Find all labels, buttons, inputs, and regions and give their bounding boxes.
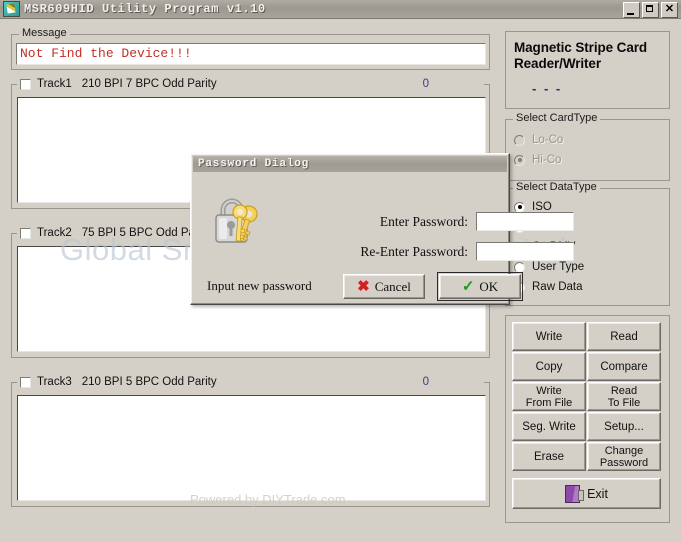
read-to-file-line1: Read: [610, 384, 638, 397]
application-window: MSR609HID Utility Program v1.10 ✕ Global…: [0, 0, 681, 542]
reenter-password-label: Re-Enter Password:: [360, 243, 468, 259]
message-legend: Message: [19, 27, 70, 39]
message-text: Not Find the Device!!!: [16, 43, 486, 65]
maximize-button[interactable]: [642, 2, 659, 18]
compare-button[interactable]: Compare: [587, 352, 661, 381]
dialog-cancel-button[interactable]: ✖ Cancel: [343, 274, 425, 299]
track1-spec: 210 BPI 7 BPC Odd Parity: [81, 78, 217, 90]
card-type-legend: Select CardType: [513, 112, 601, 124]
dialog-body: Enter Password: Re-Enter Password: Input…: [191, 174, 574, 306]
action-button-panel: Write Read Copy Compare Write From File …: [505, 315, 670, 523]
device-title-line2: Reader/Writer: [514, 56, 601, 71]
window-controls: ✕: [623, 2, 678, 18]
write-button[interactable]: Write: [512, 322, 586, 351]
dialog-ok-button[interactable]: ✓ OK: [437, 272, 523, 301]
track2-label: Track2: [37, 227, 72, 239]
exit-button[interactable]: Exit: [512, 478, 661, 509]
password-dialog: Password Dialog Enter Password: Re-Enter…: [190, 153, 574, 306]
track1-label: Track1: [37, 78, 72, 90]
reenter-password-input[interactable]: [476, 242, 574, 261]
radio-usertype-indicator[interactable]: [514, 261, 525, 273]
door-exit-icon: [565, 484, 585, 503]
track3-label: Track3: [37, 376, 72, 388]
device-info-panel: Magnetic Stripe Card Reader/Writer - - -: [505, 31, 670, 109]
exit-button-label: Exit: [587, 486, 608, 501]
write-from-file-line2: From File: [525, 396, 573, 409]
data-type-legend: Select DataType: [513, 181, 600, 193]
enter-password-input[interactable]: [476, 212, 574, 231]
card-type-group: Select CardType Lo-Co Hi-Co: [505, 112, 670, 181]
write-from-file-line1: Write: [536, 384, 562, 397]
read-button[interactable]: Read: [587, 322, 661, 351]
track1-count: 0: [422, 78, 429, 90]
enter-password-row: Enter Password:: [301, 212, 574, 231]
radio-loco-indicator[interactable]: [514, 134, 525, 146]
dialog-ok-label: OK: [479, 278, 499, 294]
change-password-button[interactable]: Change Password: [587, 442, 661, 471]
red-x-icon: ✖: [357, 278, 370, 295]
dialog-cancel-label: Cancel: [374, 278, 411, 294]
app-icon: [3, 1, 20, 17]
minimize-button[interactable]: [623, 2, 640, 18]
reenter-password-row: Re-Enter Password:: [301, 242, 574, 261]
dialog-titlebar: Password Dialog: [193, 156, 507, 172]
write-from-file-button[interactable]: Write From File: [512, 382, 586, 411]
radio-hico[interactable]: Hi-Co: [514, 151, 669, 169]
read-to-file-line2: To File: [607, 396, 641, 409]
radio-hico-label: Hi-Co: [532, 154, 562, 166]
erase-button[interactable]: Erase: [512, 442, 586, 471]
action-button-grid: Write Read Copy Compare Write From File …: [512, 322, 663, 471]
setup-button[interactable]: Setup...: [587, 412, 661, 441]
green-check-icon: ✓: [461, 278, 475, 295]
track1-checkbox[interactable]: [20, 78, 31, 90]
message-group: Message Not Find the Device!!!: [11, 27, 490, 70]
radio-rawdata-label: Raw Data: [532, 281, 583, 293]
track1-header: Track1 210 BPI 7 BPC Odd Parity 0: [17, 77, 484, 91]
track3-spec: 210 BPI 5 BPC Odd Parity: [81, 376, 217, 388]
radio-loco-label: Lo-Co: [532, 134, 564, 146]
close-button[interactable]: ✕: [661, 2, 678, 18]
dialog-hint-text: Input new password: [207, 278, 312, 293]
radio-loco[interactable]: Lo-Co: [514, 131, 669, 149]
seg-write-button[interactable]: Seg. Write: [512, 412, 586, 441]
radio-rawdata[interactable]: Raw Data: [514, 278, 669, 296]
radio-usertype-label: User Type: [532, 261, 585, 273]
track3-group: Track3 210 BPI 5 BPC Odd Parity 0: [11, 375, 490, 507]
track2-checkbox[interactable]: [20, 227, 31, 239]
change-password-line2: Password: [599, 456, 649, 469]
copy-button[interactable]: Copy: [512, 352, 586, 381]
track3-checkbox[interactable]: [20, 376, 31, 388]
device-status: - - -: [532, 81, 563, 96]
window-titlebar: MSR609HID Utility Program v1.10 ✕: [0, 0, 681, 19]
lock-and-keys-icon: [215, 198, 258, 243]
window-title: MSR609HID Utility Program v1.10: [24, 2, 266, 16]
radio-iso-indicator[interactable]: [514, 201, 525, 213]
track3-count: 0: [422, 376, 429, 388]
dialog-title: Password Dialog: [198, 158, 310, 170]
radio-hico-indicator[interactable]: [514, 154, 525, 166]
change-password-line1: Change: [604, 444, 644, 457]
track3-header: Track3 210 BPI 5 BPC Odd Parity 0: [17, 375, 484, 389]
enter-password-label: Enter Password:: [379, 213, 468, 229]
read-to-file-button[interactable]: Read To File: [587, 382, 661, 411]
device-title-line1: Magnetic Stripe Card: [514, 40, 648, 55]
track3-textarea[interactable]: [17, 395, 486, 501]
